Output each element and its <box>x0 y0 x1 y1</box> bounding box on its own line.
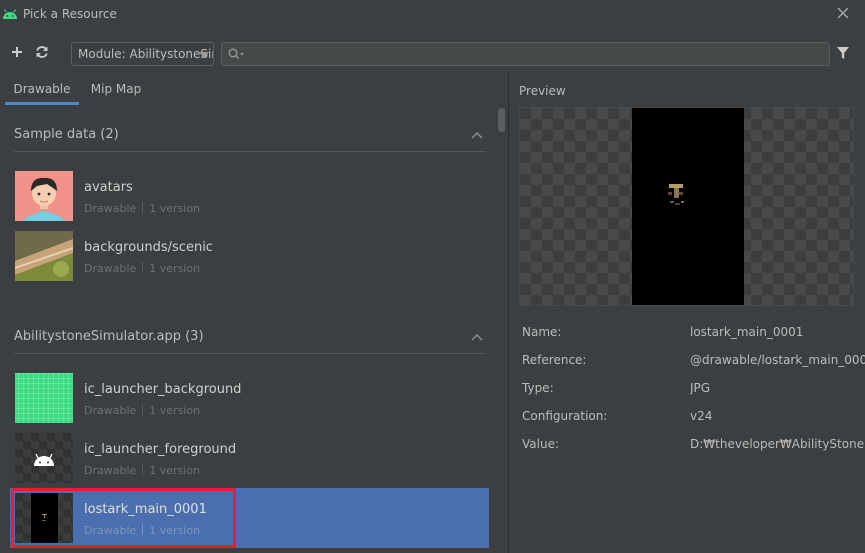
preview-canvas <box>519 107 854 306</box>
tab-drawable[interactable]: Drawable <box>5 75 79 105</box>
android-icon <box>34 453 54 466</box>
item-meta: Drawable 1 version <box>84 404 201 417</box>
item-name: avatars <box>84 180 133 195</box>
scenic-image-icon <box>15 231 73 281</box>
launcher-background-thumbnail <box>15 373 73 423</box>
property-reference: Reference: @drawable/lostark_main_0001 <box>522 353 865 367</box>
highlight-annotation <box>11 488 236 548</box>
pane-divider[interactable] <box>508 73 509 553</box>
module-dropdown[interactable]: Module: AbilitystoneSimulator.app <box>71 42 214 66</box>
preview-label: Preview <box>519 84 566 98</box>
property-type: Type: JPG <box>522 381 711 395</box>
collapse-icon[interactable] <box>471 333 483 341</box>
section-title: AbilitystoneSimulator.app (3) <box>14 329 204 344</box>
section-header-sample-data[interactable]: Sample data (2) <box>14 106 486 152</box>
android-logo-icon <box>3 9 17 19</box>
filter-icon[interactable] <box>836 46 850 60</box>
search-icon <box>228 48 244 59</box>
list-item[interactable]: backgrounds/scenic Drawable 1 version <box>10 226 489 286</box>
item-name: backgrounds/scenic <box>84 240 213 255</box>
chevron-down-icon <box>199 52 209 58</box>
title-bar: Pick a Resource <box>0 0 865 30</box>
item-meta: Drawable 1 version <box>84 202 201 215</box>
scenic-thumbnail <box>15 231 73 281</box>
list-item[interactable]: ic_launcher_foreground Drawable 1 version <box>10 428 489 488</box>
property-value: Value: D:₩theveloper₩AbilityStoneSimulat… <box>522 437 865 451</box>
refresh-icon[interactable] <box>34 44 50 60</box>
section-header-app[interactable]: AbilitystoneSimulator.app (3) <box>14 308 486 354</box>
property-configuration: Configuration: v24 <box>522 409 713 423</box>
tab-mip-map[interactable]: Mip Map <box>82 75 150 105</box>
module-dropdown-label: Module: AbilitystoneSimulator.app <box>78 47 213 61</box>
item-name: ic_launcher_background <box>84 382 242 397</box>
item-meta: Drawable 1 version <box>84 262 201 275</box>
preview-artwork-icon <box>668 184 684 205</box>
collapse-icon[interactable] <box>471 131 483 139</box>
add-icon[interactable] <box>9 44 25 60</box>
section-title: Sample data (2) <box>14 127 119 142</box>
item-meta: Drawable 1 version <box>84 464 201 477</box>
property-name: Name: lostark_main_0001 <box>522 325 804 339</box>
launcher-foreground-thumbnail <box>15 433 73 483</box>
scrollbar-thumb[interactable] <box>498 108 505 132</box>
avatar-icon <box>22 177 66 221</box>
search-input[interactable] <box>221 42 830 66</box>
resource-tabs: Drawable Mip Map <box>0 75 505 105</box>
window-title: Pick a Resource <box>23 7 117 21</box>
item-name: ic_launcher_foreground <box>84 442 237 457</box>
list-item[interactable]: avatars Drawable 1 version <box>10 166 489 226</box>
list-item[interactable]: ic_launcher_background Drawable 1 version <box>10 368 489 428</box>
toolbar: Module: AbilitystoneSimulator.app <box>0 37 865 71</box>
close-icon[interactable] <box>836 6 850 20</box>
preview-image <box>632 108 744 305</box>
avatar-thumbnail <box>15 171 73 221</box>
